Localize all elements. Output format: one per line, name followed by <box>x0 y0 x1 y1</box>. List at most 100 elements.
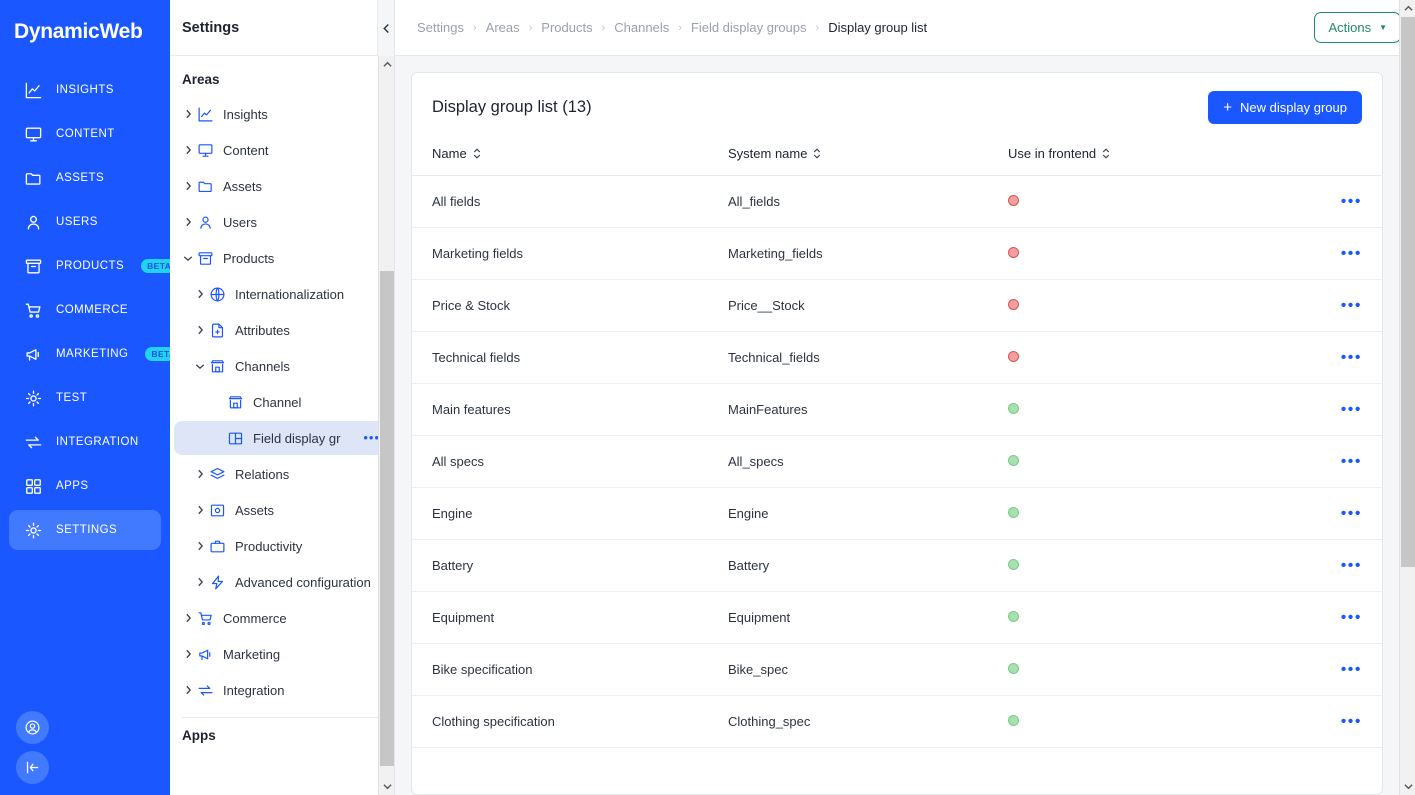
folder-icon <box>198 181 212 192</box>
column-header-system-name[interactable]: System name <box>728 134 1008 176</box>
tree-item-users[interactable]: Users <box>174 205 386 239</box>
breadcrumb-item-areas[interactable]: Areas <box>486 20 520 35</box>
tree-item-products[interactable]: Products <box>174 241 386 275</box>
breadcrumb-item-channels[interactable]: Channels <box>614 20 669 35</box>
main-scroll-thumb[interactable] <box>1401 17 1415 567</box>
row-menu-button[interactable]: ••• <box>1341 401 1362 418</box>
column-header-name[interactable]: Name <box>412 134 728 176</box>
tree-scroll-up-button[interactable] <box>379 56 395 73</box>
tree-item-productivity[interactable]: Productivity <box>174 529 386 563</box>
table-row[interactable]: Marketing fields Marketing_fields ••• <box>412 227 1382 280</box>
tree-item-marketing[interactable]: Marketing <box>174 637 386 671</box>
rail-item-insights[interactable]: INSIGHTS <box>9 70 161 110</box>
main-scroll-up-button[interactable] <box>1400 0 1415 17</box>
cell-use-in-frontend <box>1008 643 1338 696</box>
tree-item-internationalization[interactable]: Internationalization <box>174 277 386 311</box>
tree-item-advanced-configuration[interactable]: Advanced configuration <box>174 565 386 599</box>
table-row[interactable]: Bike specification Bike_spec ••• <box>412 643 1382 696</box>
row-menu-button[interactable]: ••• <box>1341 297 1362 314</box>
chevron-right-icon[interactable] <box>192 541 208 551</box>
row-menu-button[interactable]: ••• <box>1341 453 1362 470</box>
chevron-right-icon[interactable] <box>180 685 196 695</box>
tree-item-assets[interactable]: Assets <box>174 493 386 527</box>
tree-item-content[interactable]: Content <box>174 133 386 167</box>
chevron-right-icon[interactable] <box>180 217 196 227</box>
tree-item-commerce[interactable]: Commerce <box>174 601 386 635</box>
tree-item-channel[interactable]: Channel <box>174 385 386 419</box>
tree-item-relations[interactable]: Relations <box>174 457 386 491</box>
breadcrumb-item-field-display-groups[interactable]: Field display groups <box>691 20 807 35</box>
row-menu-button[interactable]: ••• <box>1341 245 1362 262</box>
chevron-right-icon[interactable] <box>180 649 196 659</box>
rail-item-products[interactable]: PRODUCTS BETA <box>9 246 178 286</box>
row-menu-button[interactable]: ••• <box>1341 713 1362 730</box>
tree-item-field-display-gr[interactable]: Field display gr ••• <box>174 421 386 455</box>
table-row[interactable]: Price & Stock Price__Stock ••• <box>412 279 1382 332</box>
row-menu-button[interactable]: ••• <box>1341 661 1362 678</box>
chevron-right-icon[interactable] <box>192 469 208 479</box>
rail-item-integration[interactable]: INTEGRATION <box>9 422 161 462</box>
collapse-tree-panel-button[interactable] <box>377 0 394 56</box>
row-menu-button[interactable]: ••• <box>1341 349 1362 366</box>
tree-scrollbar[interactable] <box>378 56 394 795</box>
collapse-rail-button[interactable] <box>16 751 49 784</box>
rail-item-test[interactable]: TEST <box>9 378 161 418</box>
status-badge <box>1008 299 1019 310</box>
account-button[interactable] <box>16 711 49 744</box>
chevron-down-icon[interactable] <box>192 363 208 370</box>
table-row[interactable]: Engine Engine ••• <box>412 487 1382 540</box>
main-scroll-down-button[interactable] <box>1400 778 1415 795</box>
row-menu-button[interactable]: ••• <box>1341 193 1362 210</box>
tree-item-insights[interactable]: Insights <box>174 97 386 131</box>
tree-item-channels[interactable]: Channels <box>174 349 386 383</box>
chevron-right-icon[interactable] <box>192 505 208 515</box>
chevron-right-icon[interactable] <box>192 577 208 587</box>
new-display-group-button[interactable]: + New display group <box>1208 91 1362 124</box>
chevron-right-icon[interactable] <box>180 613 196 623</box>
rail-item-content[interactable]: CONTENT <box>9 114 161 154</box>
table-row[interactable]: Clothing specification Clothing_spec ••• <box>412 695 1382 748</box>
rail-item-marketing[interactable]: MARKETING BETA <box>9 334 182 374</box>
table-header-row: Name System name Use in frontend <box>412 134 1382 176</box>
tree-item-assets[interactable]: Assets <box>174 169 386 203</box>
page-title: Display group list (13) <box>432 98 592 116</box>
breadcrumb-item-products[interactable]: Products <box>541 20 592 35</box>
rail-item-apps[interactable]: APPS <box>9 466 161 506</box>
breadcrumb-item-settings[interactable]: Settings <box>417 20 464 35</box>
tree-scroll-down-button[interactable] <box>379 778 395 795</box>
sort-icon[interactable] <box>473 148 481 159</box>
chevron-right-icon[interactable] <box>180 109 196 119</box>
chevron-right-icon[interactable] <box>192 289 208 299</box>
tree-item-attributes[interactable]: Attributes <box>174 313 386 347</box>
rail-item-commerce[interactable]: COMMERCE <box>9 290 161 330</box>
tree-scroll-thumb[interactable] <box>380 271 394 766</box>
tree-panel-title: Settings <box>182 19 240 36</box>
actions-button[interactable]: Actions ▼ <box>1314 12 1401 43</box>
row-menu-button[interactable]: ••• <box>1341 505 1362 522</box>
chevron-down-icon <box>382 784 392 790</box>
row-menu-button[interactable]: ••• <box>1341 557 1362 574</box>
cell-use-in-frontend <box>1008 331 1338 384</box>
table-row[interactable]: Equipment Equipment ••• <box>412 591 1382 644</box>
table-row[interactable]: Technical fields Technical_fields ••• <box>412 331 1382 384</box>
table-row[interactable]: All fields All_fields ••• <box>412 175 1382 228</box>
main-scrollbar[interactable] <box>1399 0 1415 795</box>
chevron-right-icon[interactable] <box>180 181 196 191</box>
rail-item-settings[interactable]: SETTINGS <box>9 510 161 550</box>
rail-item-assets[interactable]: ASSETS <box>9 158 161 198</box>
row-menu-button[interactable]: ••• <box>1341 609 1362 626</box>
table-row[interactable]: All specs All_specs ••• <box>412 435 1382 488</box>
column-header-use-in-frontend[interactable]: Use in frontend <box>1008 134 1338 176</box>
tree-item-label: Assets <box>235 502 275 518</box>
sort-icon[interactable] <box>813 148 821 159</box>
chevron-right-icon[interactable] <box>180 145 196 155</box>
sort-icon[interactable] <box>1102 148 1110 159</box>
chevron-down-icon[interactable] <box>180 255 196 262</box>
chevron-right-icon[interactable] <box>192 325 208 335</box>
user-icon <box>27 215 39 230</box>
image-icon <box>210 504 224 516</box>
table-row[interactable]: Main features MainFeatures ••• <box>412 383 1382 436</box>
tree-item-integration[interactable]: Integration <box>174 673 386 707</box>
rail-item-users[interactable]: USERS <box>9 202 161 242</box>
table-row[interactable]: Battery Battery ••• <box>412 539 1382 592</box>
